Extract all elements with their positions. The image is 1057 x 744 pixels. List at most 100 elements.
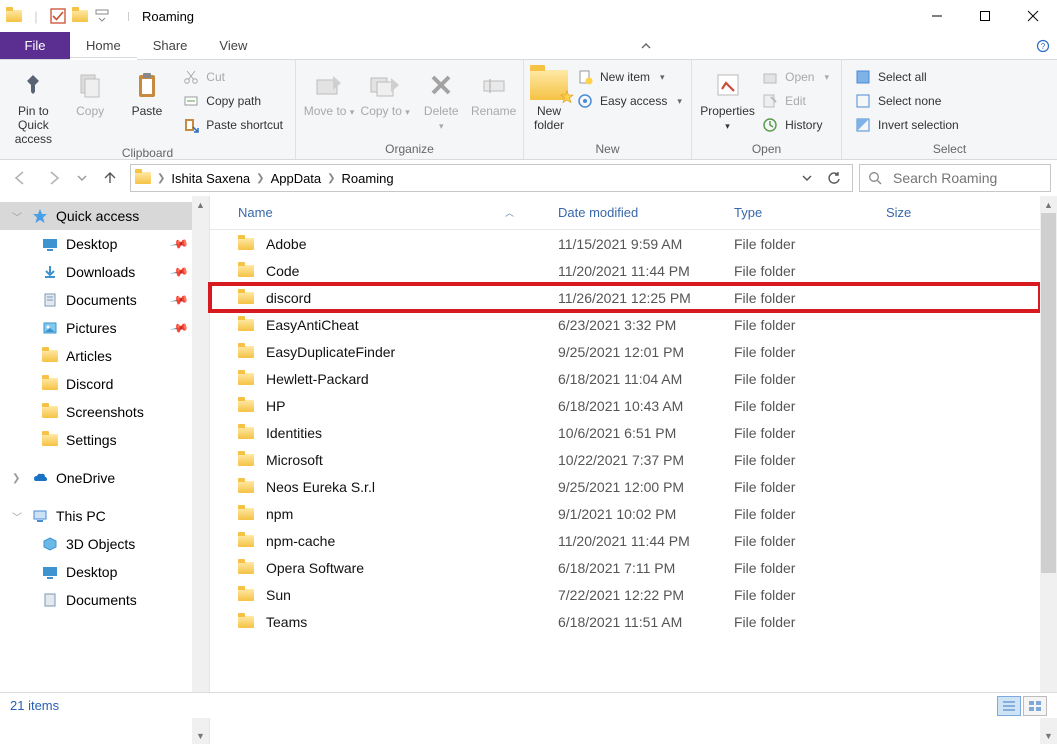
chevron-right-icon[interactable]: ❯ — [325, 173, 337, 184]
column-name[interactable]: Name︿ — [210, 196, 546, 229]
open-button[interactable]: Open▾ — [759, 66, 835, 88]
column-type[interactable]: Type — [722, 196, 874, 229]
crumb-roaming[interactable]: Roaming — [342, 171, 394, 186]
cut-button[interactable]: Cut — [180, 66, 289, 88]
nav-pictures[interactable]: Pictures📌 — [0, 314, 209, 342]
address-dropdown-button[interactable] — [801, 172, 813, 184]
tab-view[interactable]: View — [203, 32, 263, 59]
nav-desktop[interactable]: Desktop📌 — [0, 230, 209, 258]
scroll-up-icon[interactable]: ▲ — [1040, 196, 1057, 213]
table-row[interactable]: Microsoft10/22/2021 7:37 PMFile folder — [210, 446, 1040, 473]
copy-to-button[interactable]: Copy to ▾ — [358, 64, 412, 119]
table-row[interactable]: Teams6/18/2021 11:51 AMFile folder — [210, 608, 1040, 635]
new-folder-button[interactable]: New folder — [530, 64, 568, 133]
table-row[interactable]: Neos Eureka S.r.l9/25/2021 12:00 PMFile … — [210, 473, 1040, 500]
scrollbar-thumb[interactable] — [1041, 213, 1056, 573]
nav-articles[interactable]: Articles — [0, 342, 209, 370]
nav-scrollbar[interactable]: ▲ ▼ — [192, 196, 209, 744]
new-item-button[interactable]: New item▾ — [574, 66, 688, 88]
copy-path-icon — [182, 92, 200, 110]
nav-screenshots[interactable]: Screenshots — [0, 398, 209, 426]
nav-documents-2[interactable]: Documents — [0, 586, 209, 614]
details-view-button[interactable] — [997, 696, 1021, 716]
table-row[interactable]: HP6/18/2021 10:43 AMFile folder — [210, 392, 1040, 419]
forward-button[interactable] — [40, 164, 68, 192]
tab-file[interactable]: File — [0, 32, 70, 59]
recent-locations-button[interactable] — [74, 164, 90, 192]
nav-quick-access[interactable]: ﹀ Quick access — [0, 202, 209, 230]
move-to-button[interactable]: Move to ▾ — [302, 64, 356, 119]
maximize-button[interactable] — [961, 0, 1009, 32]
select-none-button[interactable]: Select none — [852, 90, 965, 112]
properties-button[interactable]: Properties▾ — [698, 64, 757, 133]
table-row[interactable]: Sun7/22/2021 12:22 PMFile folder — [210, 581, 1040, 608]
table-row[interactable]: EasyAntiCheat6/23/2021 3:32 PMFile folde… — [210, 311, 1040, 338]
nav-3d-objects[interactable]: 3D Objects — [0, 530, 209, 558]
file-type: File folder — [722, 371, 874, 387]
select-all-button[interactable]: Select all — [852, 66, 965, 88]
close-button[interactable] — [1009, 0, 1057, 32]
column-size[interactable]: Size — [874, 196, 1040, 229]
copy-path-button[interactable]: Copy path — [180, 90, 289, 112]
rename-button[interactable]: Rename — [470, 64, 517, 119]
rename-label: Rename — [471, 105, 516, 119]
table-row[interactable]: npm-cache11/20/2021 11:44 PMFile folder — [210, 527, 1040, 554]
breadcrumb-folder-icon — [135, 172, 151, 184]
this-pc-icon — [32, 508, 48, 524]
list-scrollbar[interactable]: ▲ ▼ — [1040, 196, 1057, 744]
file-name: Hewlett-Packard — [266, 371, 369, 387]
tab-share[interactable]: Share — [137, 32, 204, 59]
crumb-user[interactable]: Ishita Saxena — [171, 171, 250, 186]
nav-onedrive[interactable]: ❯OneDrive — [0, 464, 209, 492]
easy-access-button[interactable]: Easy access▾ — [574, 90, 688, 112]
nav-settings[interactable]: Settings — [0, 426, 209, 454]
nav-discord[interactable]: Discord — [0, 370, 209, 398]
search-box[interactable] — [859, 164, 1051, 192]
table-row[interactable]: Adobe11/15/2021 9:59 AMFile folder — [210, 230, 1040, 257]
chevron-right-icon[interactable]: ❯ — [254, 173, 266, 184]
move-to-label: Move to ▾ — [304, 105, 355, 119]
large-icons-view-button[interactable] — [1023, 696, 1047, 716]
edit-button[interactable]: Edit — [759, 90, 835, 112]
table-row[interactable]: EasyDuplicateFinder9/25/2021 12:01 PMFil… — [210, 338, 1040, 365]
delete-button[interactable]: Delete▾ — [414, 64, 468, 133]
address-bar[interactable]: ❯ Ishita Saxena ❯ AppData ❯ Roaming — [130, 164, 853, 192]
copy-button[interactable]: Copy — [63, 64, 118, 119]
edit-icon — [761, 92, 779, 110]
paste-shortcut-button[interactable]: Paste shortcut — [180, 114, 289, 136]
tab-home[interactable]: Home — [70, 32, 137, 59]
history-button[interactable]: History — [759, 114, 835, 136]
pin-to-quick-access-button[interactable]: Pin to Quick access — [6, 64, 61, 146]
table-row[interactable]: Hewlett-Packard6/18/2021 11:04 AMFile fo… — [210, 365, 1040, 392]
table-row[interactable]: Opera Software6/18/2021 7:11 PMFile fold… — [210, 554, 1040, 581]
chevron-right-icon[interactable]: ❯ — [155, 173, 167, 184]
scroll-down-icon[interactable]: ▼ — [1040, 727, 1057, 744]
invert-selection-button[interactable]: Invert selection — [852, 114, 965, 136]
crumb-appdata[interactable]: AppData — [271, 171, 322, 186]
table-row[interactable]: discord11/26/2021 12:25 PMFile folder — [210, 284, 1040, 311]
minimize-button[interactable] — [913, 0, 961, 32]
nav-downloads[interactable]: Downloads📌 — [0, 258, 209, 286]
column-date[interactable]: Date modified — [546, 196, 722, 229]
nav-articles-label: Articles — [66, 348, 112, 364]
back-button[interactable] — [6, 164, 34, 192]
nav-documents[interactable]: Documents📌 — [0, 286, 209, 314]
search-input[interactable] — [893, 170, 1057, 186]
paste-button[interactable]: Paste — [120, 64, 175, 119]
help-button[interactable]: ? — [1029, 32, 1057, 59]
refresh-button[interactable] — [827, 171, 842, 186]
scroll-up-icon[interactable]: ▲ — [192, 196, 209, 213]
open-icon — [761, 68, 779, 86]
table-row[interactable]: Identities10/6/2021 6:51 PMFile folder — [210, 419, 1040, 446]
table-row[interactable]: Code11/20/2021 11:44 PMFile folder — [210, 257, 1040, 284]
collapse-ribbon-button[interactable] — [626, 32, 666, 59]
up-button[interactable] — [96, 164, 124, 192]
delete-label: Delete▾ — [424, 105, 459, 133]
nav-this-pc[interactable]: ﹀This PC — [0, 502, 209, 530]
qat-dropdown[interactable] — [92, 6, 112, 26]
table-row[interactable]: npm9/1/2021 10:02 PMFile folder — [210, 500, 1040, 527]
nav-desktop-2[interactable]: Desktop — [0, 558, 209, 586]
qat-properties-checkbox[interactable] — [48, 6, 68, 26]
folder-icon — [42, 378, 58, 390]
scroll-down-icon[interactable]: ▼ — [192, 727, 209, 744]
